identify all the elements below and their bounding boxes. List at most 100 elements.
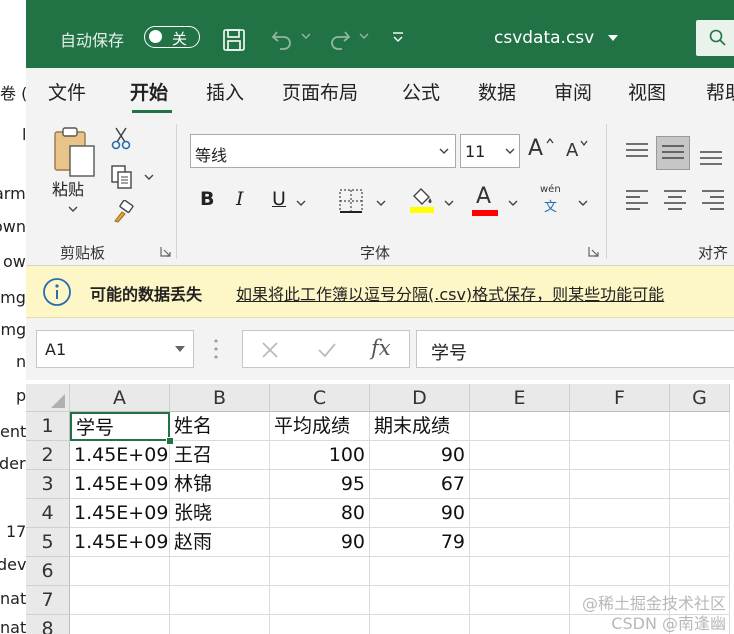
cell-a8[interactable] (70, 615, 170, 634)
phonetic-guide-button[interactable]: wén 文 (540, 184, 570, 215)
fill-color-icon[interactable] (408, 184, 436, 214)
cell-c2[interactable]: 100 (270, 441, 370, 470)
tab-review[interactable]: 审阅 (554, 78, 592, 105)
paste-dropdown-icon[interactable] (68, 206, 78, 213)
align-left-icon[interactable] (624, 188, 650, 212)
cancel-icon[interactable] (261, 341, 279, 359)
cell-d3[interactable]: 67 (370, 470, 470, 499)
cell-b4[interactable]: 张晓 (170, 499, 270, 528)
cut-icon[interactable] (110, 126, 132, 150)
bottom-align-icon[interactable] (698, 146, 724, 170)
clipboard-launcher-icon[interactable] (160, 246, 171, 257)
cell-d2[interactable]: 90 (370, 441, 470, 470)
cell-g4[interactable] (670, 499, 730, 528)
tab-formulas[interactable]: 公式 (402, 78, 440, 105)
cell-e3[interactable] (470, 470, 570, 499)
save-icon[interactable] (222, 28, 246, 52)
align-right-icon[interactable] (700, 188, 726, 212)
fill-handle[interactable] (166, 437, 174, 445)
cell-b7[interactable] (170, 586, 270, 615)
font-color-button[interactable]: A (472, 184, 498, 216)
underline-button[interactable]: U (272, 188, 286, 218)
cell-a7[interactable] (70, 586, 170, 615)
document-title[interactable]: csvdata.csv (494, 28, 594, 48)
cell-b2[interactable]: 王召 (170, 441, 270, 470)
cell-e8[interactable] (470, 615, 570, 634)
cell-e4[interactable] (470, 499, 570, 528)
underline-dropdown-icon[interactable] (296, 200, 306, 207)
borders-dropdown-icon[interactable] (376, 200, 386, 207)
row-header[interactable]: 2 (26, 441, 70, 470)
tab-insert[interactable]: 插入 (206, 78, 244, 105)
cell-g2[interactable] (670, 441, 730, 470)
insert-function-button[interactable]: fx (371, 336, 391, 360)
cell-f4[interactable] (570, 499, 670, 528)
cell-a5[interactable]: 1.45E+09 (70, 528, 170, 557)
cell-b5[interactable]: 赵雨 (170, 528, 270, 557)
borders-icon[interactable] (338, 188, 364, 214)
row-header[interactable]: 7 (26, 586, 70, 615)
formula-input[interactable]: 学号 (416, 330, 734, 368)
cell-g3[interactable] (670, 470, 730, 499)
select-all-button[interactable] (26, 384, 70, 412)
cell-d8[interactable] (370, 615, 470, 634)
font-name-select[interactable]: 等线 (190, 134, 456, 168)
cell-c8[interactable] (270, 615, 370, 634)
cell-b3[interactable]: 林锦 (170, 470, 270, 499)
cell-d1[interactable]: 期末成绩 (370, 412, 470, 441)
cell-e1[interactable] (470, 412, 570, 441)
cell-c1[interactable]: 平均成绩 (270, 412, 370, 441)
font-launcher-icon[interactable] (588, 246, 599, 257)
formula-bar-grip-icon[interactable] (214, 338, 218, 360)
cell-f5[interactable] (570, 528, 670, 557)
redo-dropdown-icon[interactable] (359, 32, 369, 40)
column-header-e[interactable]: E (470, 384, 570, 412)
tab-view[interactable]: 视图 (628, 78, 666, 105)
column-header-g[interactable]: G (670, 384, 730, 412)
cell-c4[interactable]: 80 (270, 499, 370, 528)
column-header-b[interactable]: B (170, 384, 270, 412)
cell-c5[interactable]: 90 (270, 528, 370, 557)
cell-c6[interactable] (270, 557, 370, 586)
cell-f6[interactable] (570, 557, 670, 586)
italic-button[interactable]: I (236, 188, 244, 218)
cell-c7[interactable] (270, 586, 370, 615)
cell-f2[interactable] (570, 441, 670, 470)
undo-icon[interactable] (270, 28, 294, 50)
row-header[interactable]: 3 (26, 470, 70, 499)
format-painter-icon[interactable] (112, 200, 134, 224)
cell-g6[interactable] (670, 557, 730, 586)
cell-b1[interactable]: 姓名 (170, 412, 270, 441)
tab-home[interactable]: 开始 (130, 78, 168, 105)
autosave-toggle[interactable]: 关 (144, 26, 200, 48)
row-header[interactable]: 8 (26, 615, 70, 634)
font-color-dropdown-icon[interactable] (508, 200, 518, 207)
cell-b6[interactable] (170, 557, 270, 586)
cell-e7[interactable] (470, 586, 570, 615)
name-box[interactable]: A1 (36, 330, 194, 368)
cell-a4[interactable]: 1.45E+09 (70, 499, 170, 528)
font-size-select[interactable]: 11 (460, 134, 520, 168)
bold-button[interactable]: B (200, 188, 214, 218)
row-header[interactable]: 1 (26, 412, 70, 441)
cell-a6[interactable] (70, 557, 170, 586)
align-center-icon[interactable] (662, 188, 688, 212)
row-header[interactable]: 6 (26, 557, 70, 586)
customize-qat-icon[interactable] (392, 30, 404, 44)
message-link[interactable]: 如果将此工作簿以逗号分隔(.csv)格式保存，则某些功能可能 (236, 281, 664, 305)
cell-e5[interactable] (470, 528, 570, 557)
increase-font-size-button[interactable]: A (528, 136, 556, 162)
cell-d7[interactable] (370, 586, 470, 615)
fill-color-dropdown-icon[interactable] (444, 200, 454, 207)
paste-icon[interactable] (52, 126, 98, 178)
cell-c3[interactable]: 95 (270, 470, 370, 499)
cell-d4[interactable]: 90 (370, 499, 470, 528)
copy-icon[interactable] (110, 164, 134, 190)
column-header-d[interactable]: D (370, 384, 470, 412)
copy-dropdown-icon[interactable] (144, 174, 154, 181)
cell-a2[interactable]: 1.45E+09 (70, 441, 170, 470)
cell-b8[interactable] (170, 615, 270, 634)
row-header[interactable]: 5 (26, 528, 70, 557)
redo-icon[interactable] (328, 28, 352, 50)
tab-data[interactable]: 数据 (478, 78, 516, 105)
